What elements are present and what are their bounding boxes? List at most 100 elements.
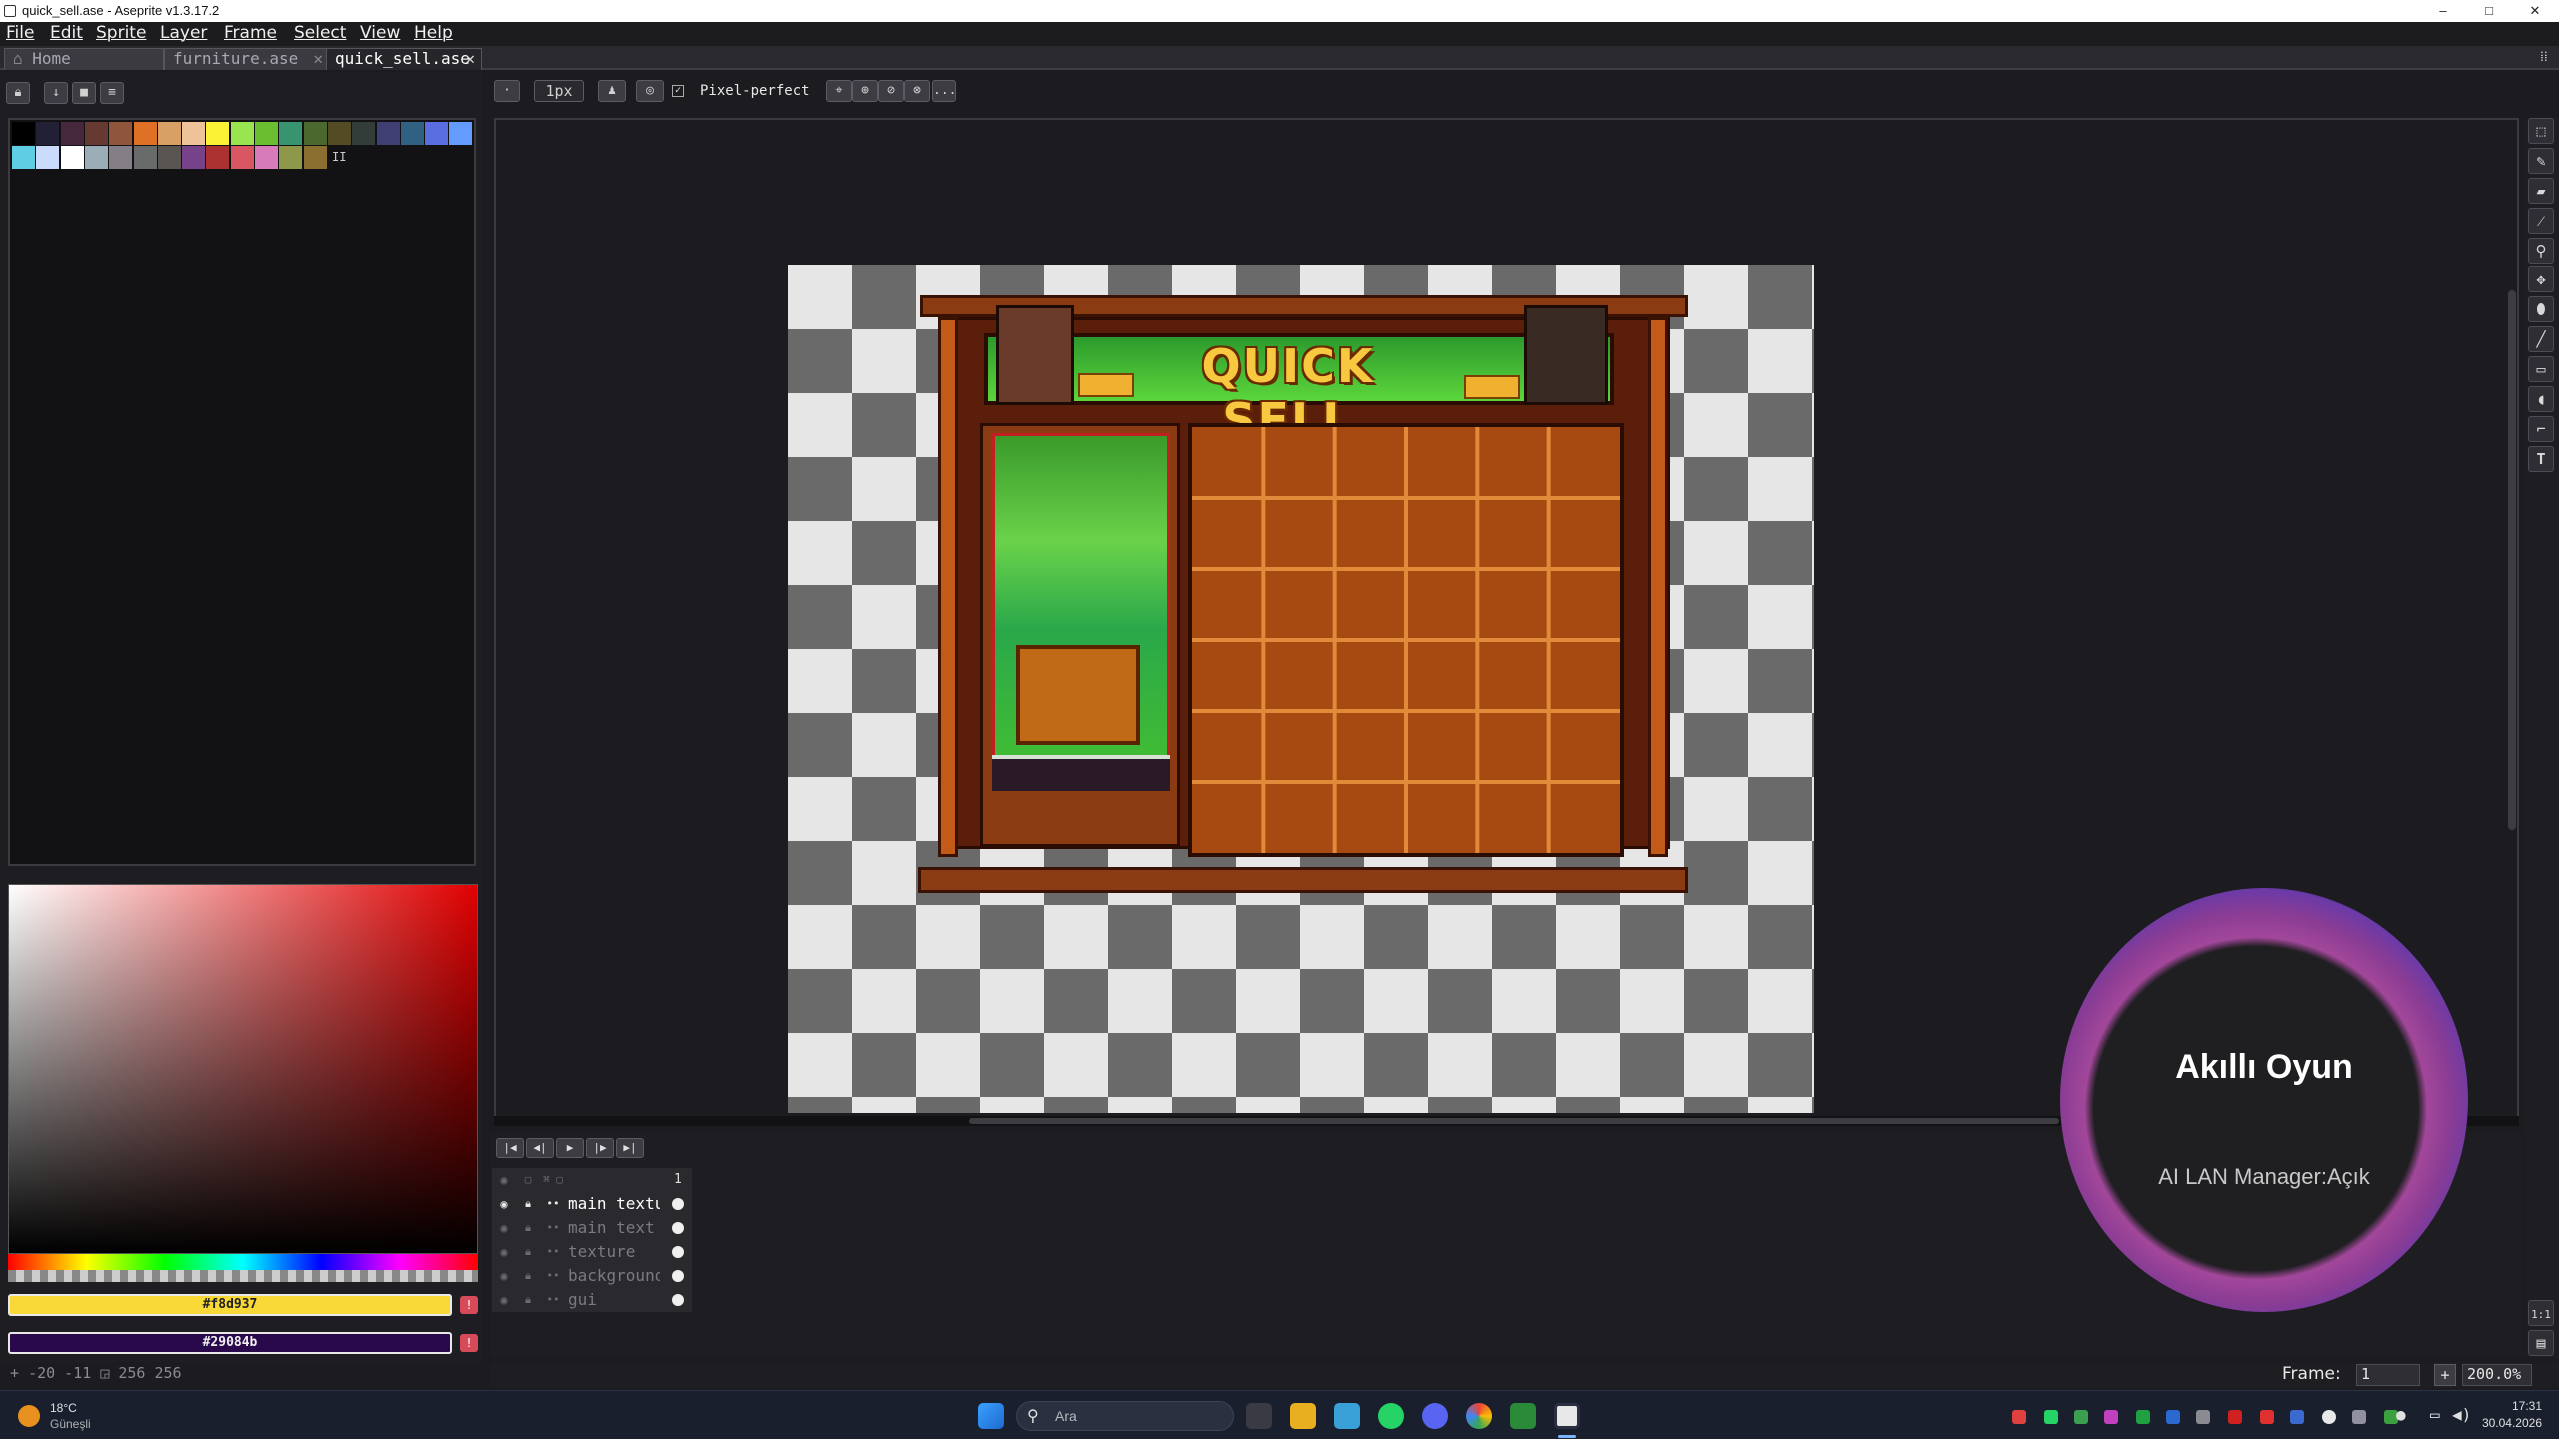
- continuous-icon[interactable]: ••: [542, 1268, 564, 1284]
- menu-select[interactable]: Select: [294, 23, 346, 43]
- menu-edit[interactable]: Edit: [50, 23, 83, 43]
- palette-swatch[interactable]: [84, 122, 108, 145]
- aseprite-taskbar-icon[interactable]: [1554, 1403, 1580, 1429]
- rectangle-tool[interactable]: ▭: [2528, 356, 2554, 382]
- palette-swatch[interactable]: [279, 146, 303, 169]
- preview-button[interactable]: ▤: [2528, 1330, 2554, 1356]
- palette-swatch[interactable]: [60, 122, 84, 145]
- contour-tool[interactable]: ◖: [2528, 386, 2554, 412]
- palette-swatch[interactable]: [376, 122, 400, 145]
- symmetry-horizontal-button[interactable]: ⌖: [826, 80, 852, 102]
- eye-icon[interactable]: ◉: [496, 1244, 512, 1260]
- tray-icon-4[interactable]: [2104, 1410, 2118, 1424]
- pencil-tool[interactable]: ✎: [2528, 148, 2554, 174]
- fill-tool[interactable]: ⬮: [2528, 296, 2554, 322]
- palette-swatch[interactable]: [12, 146, 35, 169]
- palette-swatch[interactable]: [12, 122, 35, 145]
- palette-swatch[interactable]: [230, 146, 254, 169]
- warning-icon[interactable]: !: [460, 1296, 478, 1314]
- task-view-icon[interactable]: [1246, 1403, 1272, 1429]
- tray-icon-10[interactable]: [2290, 1410, 2304, 1424]
- display-icon[interactable]: ▭: [2430, 1405, 2440, 1424]
- horizontal-scroll-thumb[interactable]: [969, 1118, 2059, 1124]
- cel-dot[interactable]: [672, 1294, 684, 1306]
- app-green-icon[interactable]: [1510, 1403, 1536, 1429]
- calculator-icon[interactable]: [1334, 1403, 1360, 1429]
- palette-swatch[interactable]: [206, 146, 230, 169]
- last-frame-button[interactable]: ▶|: [616, 1138, 644, 1158]
- palette-swatch[interactable]: [157, 122, 181, 145]
- next-frame-button[interactable]: |▶: [586, 1138, 614, 1158]
- hue-slider[interactable]: [8, 1254, 478, 1270]
- lock-icon[interactable]: 🔒︎: [520, 1196, 536, 1212]
- palette-swatch[interactable]: [425, 122, 449, 145]
- marquee-tool[interactable]: ⬚: [2528, 118, 2554, 144]
- palette-swatch[interactable]: [400, 122, 424, 145]
- continuous-icon[interactable]: ••: [542, 1244, 564, 1260]
- eye-icon[interactable]: ◉: [496, 1196, 512, 1212]
- continuous-icon[interactable]: ••: [542, 1292, 564, 1308]
- tray-icon-11[interactable]: [2322, 1410, 2336, 1424]
- frame-input[interactable]: 1: [2356, 1364, 2420, 1386]
- move-tool[interactable]: ✥: [2528, 266, 2554, 292]
- discord-icon[interactable]: [1422, 1403, 1448, 1429]
- background-color[interactable]: #29084b: [8, 1332, 452, 1354]
- layer-row[interactable]: ◉ 🔒︎ •• texture: [492, 1240, 692, 1264]
- tray-icon-1[interactable]: [2012, 1410, 2026, 1424]
- eye-icon[interactable]: ◉: [496, 1220, 512, 1236]
- eye-icon[interactable]: ◉: [496, 1172, 512, 1188]
- eye-icon[interactable]: ◉: [496, 1292, 512, 1308]
- foreground-color[interactable]: #f8d937: [8, 1294, 452, 1316]
- palette-swatch[interactable]: [303, 122, 327, 145]
- close-tab-icon[interactable]: ✕: [465, 49, 475, 69]
- line-tool[interactable]: ╱: [2528, 326, 2554, 352]
- lock-icon[interactable]: 🔒︎: [520, 1268, 536, 1284]
- symmetry-vertical-button[interactable]: ⊕: [852, 80, 878, 102]
- palette-swatch[interactable]: [352, 122, 376, 145]
- symmetry-anti-diagonal-button[interactable]: ⊗: [904, 80, 930, 102]
- menu-frame[interactable]: Frame: [224, 23, 277, 43]
- zoom-tool[interactable]: ⚲: [2528, 238, 2554, 264]
- ink-button[interactable]: ♟: [598, 80, 626, 102]
- weather-temp[interactable]: 18°C: [50, 1401, 77, 1415]
- clock-date[interactable]: 30.04.2026: [2478, 1416, 2542, 1430]
- first-frame-button[interactable]: |◀: [496, 1138, 524, 1158]
- cel-dot[interactable]: [672, 1222, 684, 1234]
- layer-name[interactable]: texture: [568, 1240, 660, 1264]
- menu-sprite[interactable]: Sprite: [96, 23, 146, 43]
- palette-menu-button[interactable]: ≡: [100, 82, 124, 104]
- menu-layer[interactable]: Layer: [160, 23, 207, 43]
- layer-row[interactable]: ◉ 🔒︎ •• background: [492, 1264, 692, 1288]
- file-explorer-icon[interactable]: [1290, 1403, 1316, 1429]
- close-tab-icon[interactable]: ✕: [313, 49, 323, 69]
- palette-swatch[interactable]: [109, 146, 133, 169]
- brush-size-field[interactable]: 1px: [534, 80, 584, 102]
- weather-text[interactable]: Güneşli: [50, 1417, 91, 1431]
- search-box[interactable]: ⚲ Ara: [1016, 1401, 1234, 1431]
- start-icon[interactable]: [978, 1403, 1004, 1429]
- lock-palette-button[interactable]: 🔒︎: [6, 82, 30, 104]
- lock-icon[interactable]: 🔒︎: [520, 1244, 536, 1260]
- palette-swatch[interactable]: [133, 122, 157, 145]
- volume-icon[interactable]: ◀): [2452, 1405, 2471, 1424]
- palette-swatch[interactable]: [60, 146, 84, 169]
- palette-swatch[interactable]: [182, 122, 206, 145]
- tab-quick-sell[interactable]: quick_sell.ase ✕: [326, 48, 482, 70]
- minimize-button[interactable]: –: [2420, 0, 2466, 22]
- tray-icon-9[interactable]: [2260, 1410, 2274, 1424]
- maximize-button[interactable]: □: [2466, 0, 2512, 22]
- eye-icon[interactable]: ◉: [496, 1268, 512, 1284]
- whatsapp-icon[interactable]: [1378, 1403, 1404, 1429]
- brush-type-button[interactable]: ·: [494, 80, 520, 102]
- cel-dot[interactable]: [672, 1246, 684, 1258]
- frame-number[interactable]: 1: [674, 1168, 682, 1192]
- tray-icon-7[interactable]: [2196, 1410, 2210, 1424]
- layer-name[interactable]: main text: [568, 1216, 660, 1240]
- clock-time[interactable]: 17:31: [2492, 1399, 2542, 1413]
- palette-swatch[interactable]: [133, 146, 157, 169]
- palette-swatch[interactable]: [157, 146, 181, 169]
- palette-swatch[interactable]: [303, 146, 327, 169]
- tab-home[interactable]: ⌂ Home: [4, 48, 164, 70]
- weather-icon[interactable]: [18, 1405, 40, 1427]
- layer-name[interactable]: background: [568, 1264, 660, 1288]
